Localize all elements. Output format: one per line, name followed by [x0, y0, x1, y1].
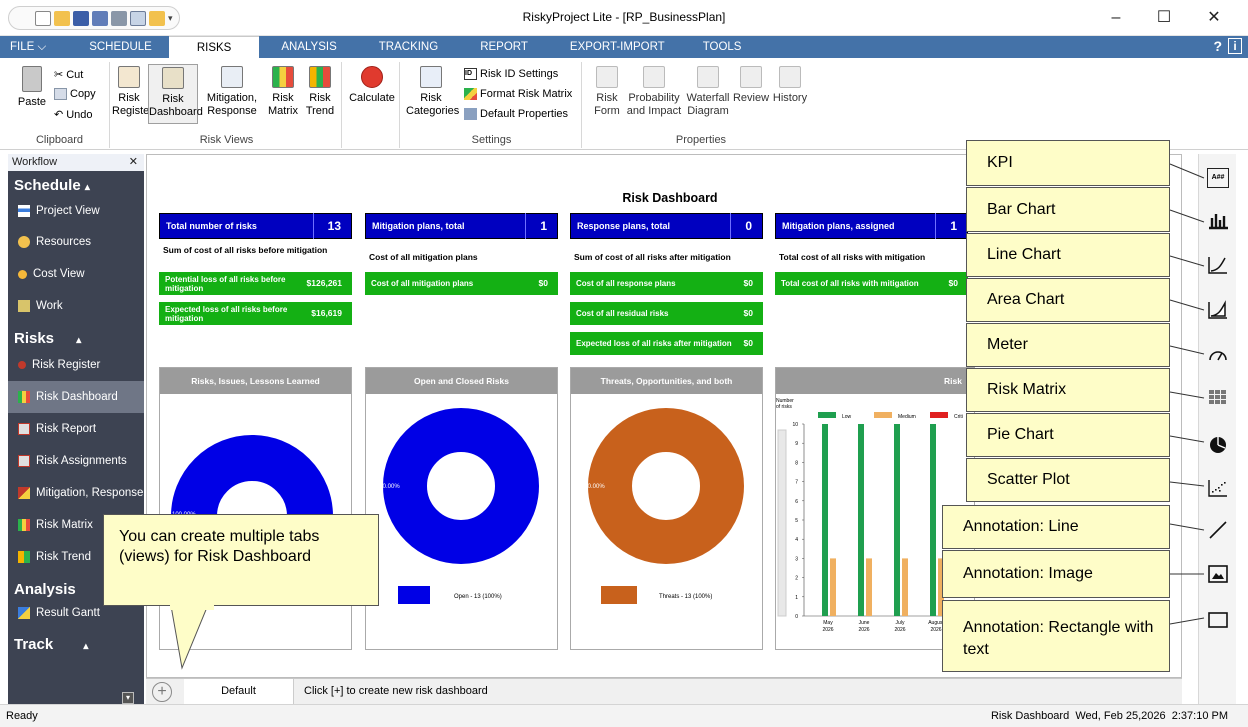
callout-multiple-tabs: You can create multiple tabs (views) for… [103, 514, 379, 606]
callout-area-chart: Area Chart [966, 278, 1170, 322]
callout-annotation-image: Annotation: Image [942, 550, 1170, 598]
callout-risk-matrix: Risk Matrix [966, 368, 1170, 412]
callout-scatter-plot: Scatter Plot [966, 458, 1170, 502]
callout-pie-chart: Pie Chart [966, 413, 1170, 457]
big-callout-pointer [169, 600, 211, 670]
big-callout-pointer-mask [170, 604, 214, 610]
callout-annotation-line: Annotation: Line [942, 505, 1170, 549]
callout-line-chart: Line Chart [966, 233, 1170, 277]
callout-bar-chart: Bar Chart [966, 187, 1170, 232]
status-bar: Ready Risk Dashboard Wed, Feb 25,2026 2:… [0, 704, 1248, 727]
status-ready: Ready [6, 710, 38, 722]
callout-annotation-rectangle: Annotation: Rectangle with text [942, 600, 1170, 672]
callout-meter: Meter [966, 323, 1170, 367]
status-datetime: Risk Dashboard Wed, Feb 25,2026 2:37:10 … [990, 710, 1228, 722]
callout-kpi: KPI [966, 140, 1170, 186]
